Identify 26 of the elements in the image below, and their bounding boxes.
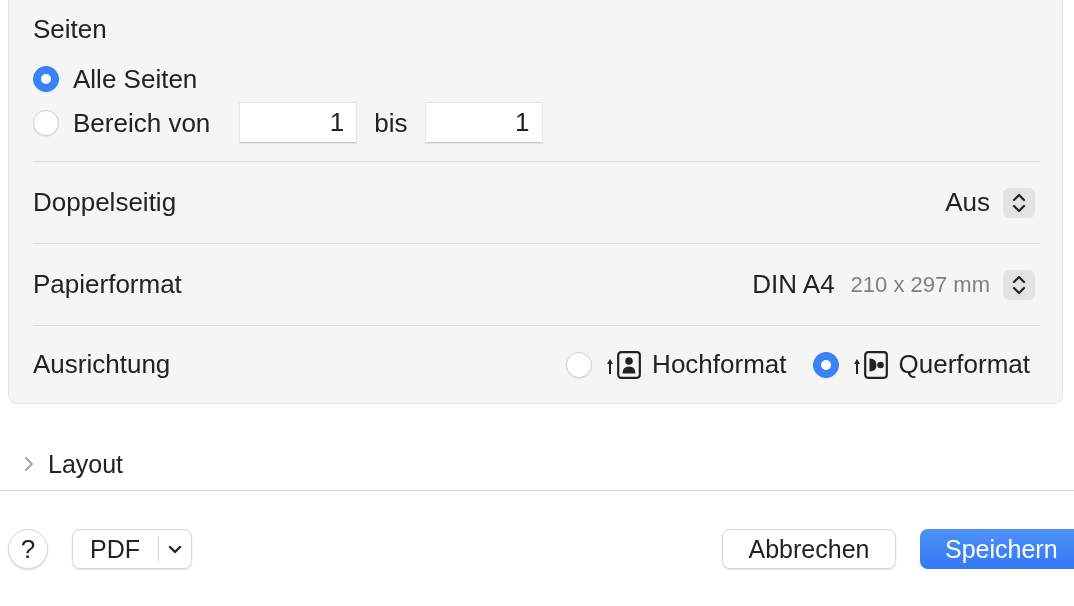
up-down-chevron-icon bbox=[1003, 187, 1035, 218]
option-label: Alle Seiten bbox=[73, 63, 198, 95]
section-label: Seiten bbox=[33, 14, 108, 44]
setting-label: Doppelseitig bbox=[33, 187, 177, 218]
option-label: Bereich von bbox=[73, 107, 211, 139]
help-button[interactable]: ? bbox=[8, 529, 48, 569]
input-field[interactable]: 1 bbox=[240, 103, 357, 143]
setting-label: Ausrichtung bbox=[33, 349, 171, 380]
save-button[interactable]: Speichern bbox=[920, 529, 1074, 569]
cancel-button[interactable]: Abbrechen bbox=[722, 529, 896, 569]
radio-button[interactable] bbox=[812, 351, 839, 378]
chevron-down-icon bbox=[168, 544, 182, 554]
landscape-page-icon bbox=[853, 350, 888, 379]
pdf-menu-button[interactable]: PDF bbox=[72, 529, 192, 569]
option-label: Querformat bbox=[898, 349, 1030, 380]
section-toggle[interactable]: Layout bbox=[48, 449, 124, 479]
popup-button[interactable]: DIN A4 210 x 297 mm bbox=[752, 269, 1035, 300]
range-separator-label: bis bbox=[374, 107, 408, 139]
portrait-page-icon bbox=[607, 350, 642, 379]
chevron-right-icon[interactable] bbox=[24, 456, 34, 472]
setting-label: Papierformat bbox=[33, 269, 182, 300]
option-label: Hochformat bbox=[652, 349, 787, 380]
popup-button[interactable]: Aus bbox=[945, 187, 1035, 218]
radio-button[interactable] bbox=[33, 66, 59, 92]
input-field[interactable]: 1 bbox=[425, 103, 542, 143]
up-down-chevron-icon bbox=[1003, 269, 1035, 300]
